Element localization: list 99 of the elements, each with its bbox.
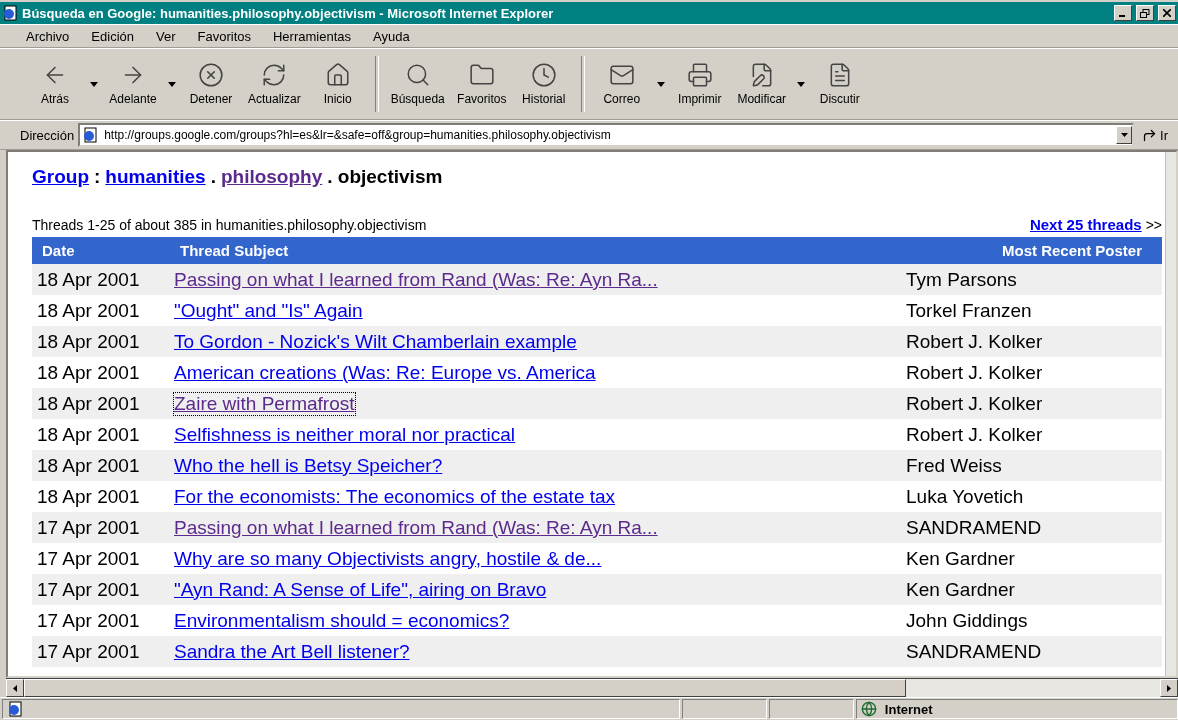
date-cell-text: 18 Apr 2001 [36,330,141,353]
left-triangle-icon [13,684,17,692]
toolbar-button[interactable]: Discutir [808,54,871,114]
thread-link[interactable]: Selfishness is neither moral nor practical [174,423,516,446]
thread-link[interactable]: "Ayn Rand: A Sense of Life", airing on Bravo [174,578,547,601]
menu-item[interactable]: Ver [156,28,176,44]
date-cell-text: 17 Apr 2001 [36,578,141,601]
thread-link[interactable]: "Ought" and "Is" Again [174,299,363,322]
house-icon [324,62,351,88]
address-field[interactable]: http://groups.google.com/groups?hl=es&lr=&safe=off&group=humanities.philosophy.objectivism [78,123,1135,147]
breadcrumb-link[interactable]: humanities [105,166,206,188]
thread-link[interactable]: Who the hell is Betsy Speicher? [174,454,443,477]
toolbar-button[interactable]: Atrás [24,54,86,114]
zone-label: Internet [884,701,933,717]
toolbar-button[interactable]: Búsqueda [384,54,451,114]
poster-cell-text: Robert J. Kolker [906,423,1044,446]
scroll-right-button[interactable] [1160,679,1178,697]
date-cell-text: 18 Apr 2001 [36,392,141,415]
restore-icon[interactable] [1136,5,1154,21]
breadcrumb-link[interactable]: Group [32,166,89,188]
caret-icon[interactable] [796,81,805,87]
column-header: Thread Subject [179,242,290,259]
caret-icon[interactable] [90,81,98,87]
browser-logo-icon [82,127,99,143]
breadcrumb-text: . objectivism [327,166,443,188]
thread-link[interactable]: Passing on what I learned from Rand (Was: Re: Ayn Ra... [174,516,658,539]
toolbar-button[interactable]: Imprimir [668,54,731,114]
next-threads-link[interactable]: Next 25 threads [1029,216,1142,233]
menu-item[interactable]: Herramientas [273,28,351,44]
go-button[interactable]: Ir [1138,127,1172,143]
scroll-thumb[interactable] [24,679,906,697]
scroll-left-button[interactable] [6,679,24,697]
toolbar-button[interactable]: Adelante [102,54,164,114]
column-header: Most Recent Poster [1001,242,1144,259]
printer-icon [686,62,713,88]
next-arrows: >> [1145,217,1162,233]
thread-link[interactable]: For the economists: The economics of the estate tax [174,485,616,508]
results-summary: Threads 1-25 of about 385 in humanities.philosophy.objectivism [32,217,427,233]
thread-link[interactable]: Zaire with Permafrost [174,392,355,415]
stop-icon [198,62,224,88]
date-cell-text: 18 Apr 2001 [36,423,141,446]
poster-cell-text: Ken Gardner [906,578,1016,601]
dropdown-icon[interactable] [1116,126,1133,144]
poster-cell-text: SANDRAMEND [906,516,1043,539]
vertical-scrollbar[interactable] [1165,152,1176,676]
thread-link[interactable]: To Gordon - Nozick's Wilt Chamberlain example [174,330,577,353]
date-cell-text: 17 Apr 2001 [36,640,141,663]
poster-cell-text: Luka Yovetich [906,485,1025,508]
poster-cell-text: Torkel Franzen [906,299,1033,322]
poster-cell-text: Ken Gardner [906,547,1016,570]
column-header: Date [41,242,76,259]
caret-icon[interactable] [656,81,665,87]
breadcrumb-text: : [94,166,101,188]
date-cell-text: 18 Apr 2001 [36,268,141,291]
menu-item[interactable]: Favoritos [197,28,251,44]
breadcrumb-link[interactable]: philosophy [220,166,323,188]
thread-link[interactable]: American creations (Was: Re: Europe vs. America [174,361,596,384]
thread-link[interactable]: Sandra the Art Bell listener? [174,640,410,663]
thread-link[interactable]: Passing on what I learned from Rand (Was: Re: Ayn Ra... [174,268,658,291]
minimize-icon[interactable] [1114,5,1132,21]
caret-icon[interactable] [168,81,176,87]
toolbar-button[interactable]: Actualizar [242,54,307,114]
date-cell-text: 18 Apr 2001 [36,454,141,477]
thread-link[interactable]: Why are so many Objectivists angry, hostile & de... [174,547,602,570]
poster-cell-text: John Giddings [906,609,1029,632]
poster-cell-text: Fred Weiss [906,454,1003,477]
menu-item[interactable]: Edición [91,28,134,44]
toolbar-button[interactable]: Modificar [730,54,793,114]
breadcrumb-text: . [210,166,216,188]
clock-icon [530,62,557,88]
toolbar-button[interactable]: Inicio [306,54,369,114]
menu-item[interactable]: Ayuda [373,28,410,44]
poster-cell-text: Robert J. Kolker [906,392,1044,415]
date-cell-text: 17 Apr 2001 [36,609,141,632]
toolbar-button[interactable]: Detener [180,54,242,114]
menu-item[interactable]: Archivo [26,28,70,44]
right-triangle-icon [1167,684,1171,692]
poster-cell-text: Robert J. Kolker [906,361,1044,384]
date-cell-text: 18 Apr 2001 [36,299,141,322]
browser-logo-icon [7,701,23,717]
thread-link[interactable]: Environmentalism should = economics? [174,609,510,632]
browser-logo-icon [2,5,18,21]
refresh-icon [261,62,288,88]
poster-cell-text: Robert J. Kolker [906,330,1044,353]
toolbar-button[interactable]: Favoritos [450,54,513,114]
date-cell-text: 17 Apr 2001 [36,516,141,539]
horizontal-scrollbar[interactable] [6,678,1178,697]
arrow-icon [1142,127,1158,143]
address-label: Dirección [20,127,75,143]
date-cell-text: 17 Apr 2001 [36,547,141,570]
toolbar-button[interactable]: Historial [512,54,575,114]
close-icon[interactable] [1158,5,1176,21]
toolbar-button[interactable]: Correo [590,54,653,114]
globe-icon [860,701,877,717]
window-title: Búsqueda en Google: humanities.philosophy.objectivism - Microsoft Internet Explorer [22,5,555,21]
date-cell-text: 18 Apr 2001 [36,485,141,508]
poster-cell-text: Tym Parsons [906,268,1018,291]
poster-cell-text: SANDRAMEND [906,640,1043,663]
date-cell-text: 18 Apr 2001 [36,361,141,384]
